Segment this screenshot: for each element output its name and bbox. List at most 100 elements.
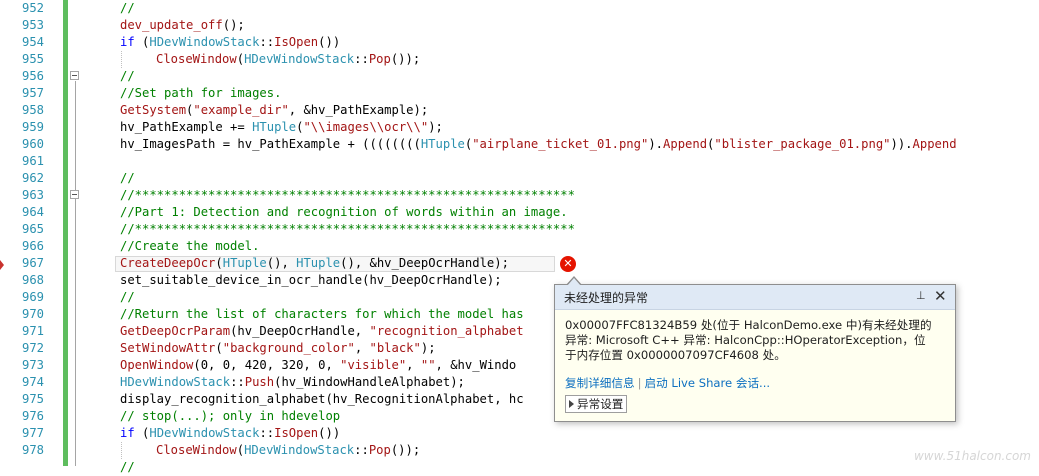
code-token: HDevWindowStack	[149, 35, 260, 49]
code-token: HTuple	[222, 256, 267, 270]
code-text: //Part 1: Detection and recognition of w…	[120, 204, 568, 221]
code-line[interactable]: 964 //Part 1: Detection and recognition o…	[0, 204, 1039, 221]
code-token: ::	[354, 443, 369, 457]
start-live-share-link[interactable]: 启动 Live Share 会话...	[644, 376, 770, 390]
code-token: (	[134, 35, 150, 49]
code-line[interactable]: 977 if (HDevWindowStack::IsOpen())	[0, 425, 1039, 442]
code-text: HDevWindowStack::Push(hv_WindowHandleAlp…	[120, 374, 465, 391]
code-line[interactable]: 961	[0, 153, 1039, 170]
code-token: "recognition_alphabet	[369, 324, 524, 338]
code-line[interactable]: 955 CloseWindow(HDevWindowStack::Pop());	[0, 51, 1039, 68]
line-number: 955	[21, 52, 44, 66]
code-token: //**************************************…	[120, 222, 575, 236]
popup-header: 未经处理的异常 ⊥ ✕	[555, 285, 955, 310]
code-token: IsOpen	[274, 35, 319, 49]
code-token: "black"	[369, 341, 421, 355]
code-token: //	[120, 69, 135, 83]
exception-message-line: 0x00007FFC81324B59 处(位于 HalconDemo.exe 中…	[565, 318, 932, 332]
code-token: //Return the list of characters for whic…	[120, 307, 524, 321]
exception-helper-popup: 未经处理的异常 ⊥ ✕ 0x00007FFC81324B59 处(位于 Halc…	[554, 284, 956, 422]
code-line[interactable]: 957 //Set path for images.	[0, 85, 1039, 102]
copy-details-link[interactable]: 复制详细信息	[565, 376, 635, 390]
line-number: 960	[21, 137, 44, 151]
code-line[interactable]: 952 //	[0, 0, 1039, 17]
code-line[interactable]: 953 dev_update_off();	[0, 17, 1039, 34]
code-line[interactable]: 958 GetSystem("example_dir", &hv_PathExam…	[0, 102, 1039, 119]
code-token: HDevWindowStack	[244, 52, 355, 66]
line-number: 958	[21, 103, 44, 117]
line-number: 953	[21, 18, 44, 32]
code-token: "visible"	[340, 358, 407, 372]
code-text: CreateDeepOcr(HTuple(), HTuple(), &hv_De…	[120, 255, 509, 272]
line-number: 963	[21, 188, 44, 202]
line-number: 967	[21, 256, 44, 270]
exception-message-line: 异常: Microsoft C++ 异常: HalconCpp::HOperat…	[565, 333, 926, 347]
code-token: set_suitable_device_in_ocr_handle(hv_Dee…	[120, 273, 502, 287]
code-text: hv_PathExample += HTuple("\\images\\ocr\…	[120, 119, 443, 136]
code-text: //Create the model.	[120, 238, 259, 255]
code-text: hv_ImagesPath = hv_PathExample + (((((((…	[120, 136, 957, 153]
code-token: //**************************************…	[120, 188, 575, 202]
code-line[interactable]: 954 if (HDevWindowStack::IsOpen())	[0, 34, 1039, 51]
line-number: 972	[21, 341, 44, 355]
code-token: (	[215, 256, 223, 270]
line-number: 977	[21, 426, 44, 440]
code-token: ::	[354, 52, 369, 66]
code-text: set_suitable_device_in_ocr_handle(hv_Dee…	[120, 272, 502, 289]
code-token: ())	[318, 35, 341, 49]
exception-settings-toggle[interactable]: 异常设置	[565, 395, 628, 413]
code-token: IsOpen	[274, 426, 319, 440]
code-token: ())	[318, 426, 341, 440]
code-text: //**************************************…	[120, 221, 575, 238]
pin-icon[interactable]: ⊥	[916, 289, 926, 302]
code-token: "blister_package_01.png"	[714, 137, 891, 151]
code-line[interactable]: 978 CloseWindow(HDevWindowStack::Pop());	[0, 442, 1039, 459]
code-token: ());	[390, 443, 421, 457]
code-line[interactable]: //	[0, 459, 1039, 476]
code-token: HTuple	[420, 137, 465, 151]
code-token: "background_color"	[222, 341, 355, 355]
code-token: OpenWindow	[120, 358, 194, 372]
code-line[interactable]: 960 hv_ImagesPath = hv_PathExample + ((((…	[0, 136, 1039, 153]
code-text: if (HDevWindowStack::IsOpen())	[120, 425, 340, 442]
code-token: (),	[266, 256, 297, 270]
code-line[interactable]: 967 CreateDeepOcr(HTuple(), HTuple(), &hv…	[0, 255, 1039, 272]
line-number: 970	[21, 307, 44, 321]
code-token: HTuple	[296, 256, 341, 270]
code-text: dev_update_off();	[120, 17, 245, 34]
code-token: ::	[230, 375, 245, 389]
code-text: //	[120, 0, 135, 17]
code-line[interactable]: 956 //	[0, 68, 1039, 85]
code-token: CreateDeepOcr	[120, 256, 216, 270]
code-text: //	[120, 68, 135, 85]
code-token: "airplane_ticket_01.png"	[472, 137, 649, 151]
code-token: CloseWindow	[156, 52, 237, 66]
code-line[interactable]: 959 hv_PathExample += HTuple("\\images\\o…	[0, 119, 1039, 136]
popup-pointer-inner	[567, 278, 581, 286]
line-number: 978	[21, 443, 44, 457]
line-number: 974	[21, 375, 44, 389]
code-token: // stop(...); only in hdevelop	[120, 409, 341, 423]
line-number: 957	[21, 86, 44, 100]
code-token: (), &hv_DeepOcrHandle);	[340, 256, 509, 270]
code-line[interactable]: 965 //***********************************…	[0, 221, 1039, 238]
code-line[interactable]: 963 //***********************************…	[0, 187, 1039, 204]
line-number: 976	[21, 409, 44, 423]
code-line[interactable]: 966 //Create the model.	[0, 238, 1039, 255]
code-token: if	[120, 35, 135, 49]
code-token: "example_dir"	[193, 103, 289, 117]
code-token: (	[215, 341, 223, 355]
code-token: ""	[420, 358, 436, 372]
code-token: //Part 1: Detection and recognition of w…	[120, 205, 568, 219]
close-icon[interactable]: ✕	[934, 287, 947, 305]
code-token: hv_ImagesPath = hv_PathExample + (((((((…	[120, 137, 421, 151]
code-text: GetDeepOcrParam(hv_DeepOcrHandle, "recog…	[120, 323, 524, 340]
code-line[interactable]: 962 //	[0, 170, 1039, 187]
code-token: display_recognition_alphabet(hv_Recognit…	[120, 392, 524, 406]
line-number: 961	[21, 154, 44, 168]
line-number: 966	[21, 239, 44, 253]
code-token: Push	[244, 375, 275, 389]
line-number: 973	[21, 358, 44, 372]
code-token: ());	[390, 52, 421, 66]
error-x-icon[interactable]: ✕	[560, 256, 576, 272]
